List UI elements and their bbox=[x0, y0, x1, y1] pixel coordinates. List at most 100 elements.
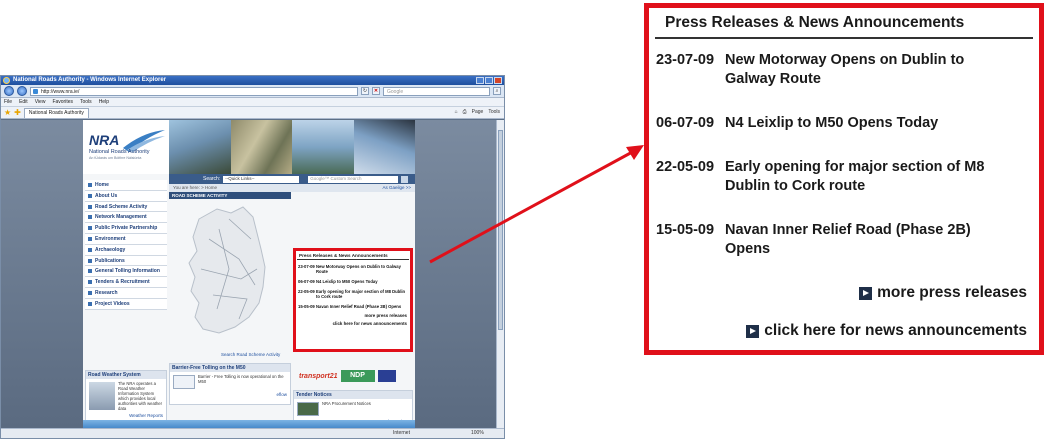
menu-favorites[interactable]: Favorites bbox=[52, 98, 73, 106]
nav-home[interactable]: Home bbox=[85, 180, 167, 191]
ndp-logo[interactable]: NDP bbox=[340, 370, 375, 382]
nra-logo[interactable]: NRA National Roads Authority An tÚdarás … bbox=[83, 120, 169, 174]
print-icon[interactable]: ⎙ bbox=[463, 109, 467, 115]
press-item[interactable]: 22-05-09 Early opening for major section … bbox=[649, 158, 1039, 196]
refresh-icon[interactable]: ↻ bbox=[361, 87, 369, 95]
add-favorite-icon[interactable]: ✚ bbox=[14, 108, 21, 117]
tender-notices-header: Tender Notices bbox=[294, 391, 412, 399]
url-field[interactable]: http://www.nra.ie/ bbox=[30, 86, 358, 96]
press-date: 22-05-09 bbox=[298, 289, 315, 294]
press-item[interactable]: 15-05-09 Navan Inner Relief Road (Phase 2… bbox=[296, 303, 410, 310]
press-headline: Navan Inner Relief Road (Phase 2B) Opens bbox=[316, 304, 402, 309]
menu-view[interactable]: View bbox=[35, 98, 46, 106]
window-title: National Roads Authority - Windows Inter… bbox=[13, 77, 167, 83]
barrier-free-body: Barrier - Free Tolling is now operationa… bbox=[170, 372, 290, 392]
photo-motorway bbox=[169, 120, 231, 174]
press-list: 23-07-09 New Motorway Opens on Dublin to … bbox=[649, 51, 1039, 259]
nav-project-videos[interactable]: Project Videos bbox=[85, 298, 167, 310]
menu-edit[interactable]: Edit bbox=[19, 98, 28, 106]
weather-reports-link[interactable]: Weather Reports bbox=[86, 413, 166, 418]
press-headline: N4 Leixlip to M50 Opens Today bbox=[725, 115, 939, 131]
back-button[interactable] bbox=[4, 86, 14, 96]
page-viewport: NRA National Roads Authority An tÚdarás … bbox=[1, 120, 504, 430]
more-press-releases-link[interactable]: more press releases bbox=[649, 284, 1039, 302]
menu-help[interactable]: Help bbox=[99, 98, 109, 106]
barrier-free-header: Barrier-Free Tolling on the M50 bbox=[170, 364, 290, 372]
gaeilge-link[interactable]: As Gaeilge >> bbox=[382, 184, 411, 192]
news-announcements-label: click here for news announcements bbox=[764, 322, 1027, 339]
browser-window: National Roads Authority - Windows Inter… bbox=[0, 75, 505, 439]
press-headline: Early opening for major section of M8 Du… bbox=[316, 289, 406, 299]
eu-flag-icon[interactable] bbox=[377, 370, 396, 382]
search-road-scheme-link[interactable]: Search Road Scheme Activity bbox=[221, 352, 280, 357]
nav-network-management[interactable]: Network Management bbox=[85, 212, 167, 224]
search-label: Search: bbox=[203, 176, 221, 182]
tender-notices-text: NRA Procurement Notices bbox=[322, 401, 371, 406]
breadcrumb-text: You are here: > Home bbox=[173, 185, 217, 190]
nav-general-tolling[interactable]: General Tolling Information bbox=[85, 266, 167, 278]
press-item[interactable]: 23-07-09 New Motorway Opens on Dublin to … bbox=[296, 263, 410, 275]
scrollbar-thumb[interactable] bbox=[498, 130, 503, 330]
road-weather-text: The NRA operates a Road Weather Informat… bbox=[118, 381, 162, 411]
tools-menu[interactable]: Tools bbox=[488, 109, 500, 115]
status-bar: Internet 100% bbox=[1, 428, 504, 438]
quick-links-select[interactable]: --Quick Links-- bbox=[223, 175, 300, 183]
nav-about-us[interactable]: About Us bbox=[85, 190, 167, 202]
press-date: 15-05-09 bbox=[298, 304, 315, 309]
ireland-map[interactable] bbox=[169, 199, 291, 357]
more-press-link-small[interactable]: more press releases bbox=[296, 313, 410, 318]
press-item[interactable]: 22-05-09 Early opening for major section … bbox=[296, 288, 410, 300]
press-releases-box: Press Releases & News Announcements 23-0… bbox=[293, 248, 413, 352]
menu-bar: File Edit View Favorites Tools Help bbox=[1, 98, 504, 107]
status-zoom[interactable]: 100% bbox=[471, 429, 484, 438]
press-date: 22-05-09 bbox=[656, 159, 715, 175]
press-headline: New Motorway Opens on Dublin to Galway R… bbox=[725, 52, 965, 87]
close-button[interactable] bbox=[494, 77, 502, 84]
nav-research[interactable]: Research bbox=[85, 287, 167, 299]
press-item[interactable]: 15-05-09 Navan Inner Relief Road (Phase 2… bbox=[649, 221, 1039, 259]
road-weather-header: Road Weather System bbox=[86, 371, 166, 379]
press-item[interactable]: 23-07-09 New Motorway Opens on Dublin to … bbox=[649, 51, 1039, 89]
menu-tools[interactable]: Tools bbox=[80, 98, 92, 106]
nav-archaeology[interactable]: Archaeology bbox=[85, 244, 167, 256]
nav-public-private-partnership[interactable]: Public Private Partnership bbox=[85, 223, 167, 234]
news-link-small[interactable]: click here for news announcements bbox=[296, 321, 410, 326]
news-announcements-link[interactable]: click here for news announcements bbox=[649, 322, 1039, 340]
favorites-bar: ★ ✚ National Roads Authority ⌂ ⎙ Page To… bbox=[1, 107, 504, 119]
nav-publications[interactable]: Publications bbox=[85, 255, 167, 267]
weather-station-image bbox=[89, 382, 115, 410]
menu-file[interactable]: File bbox=[4, 98, 12, 106]
maximize-button[interactable] bbox=[485, 77, 493, 84]
press-item[interactable]: 06-07-09 N4 Leixlip to M50 Opens Today bbox=[649, 114, 1039, 133]
browser-search-input[interactable]: Google bbox=[383, 86, 490, 96]
vertical-scrollbar[interactable] bbox=[496, 120, 504, 430]
left-nav: Home About Us Road Scheme Activity Netwo… bbox=[85, 180, 167, 310]
eflow-link[interactable]: eflow bbox=[170, 392, 290, 397]
home-icon[interactable]: ⌂ bbox=[455, 109, 458, 115]
logo-tagline: An tÚdarás um Bóithre Náisiúnta bbox=[89, 156, 142, 160]
window-controls bbox=[476, 77, 502, 84]
press-headline: New Motorway Opens on Dublin to Galway R… bbox=[316, 264, 401, 274]
press-releases-zoom: Press Releases & News Announcements 23-0… bbox=[644, 3, 1044, 355]
google-search-input[interactable]: Google™ Custom Search bbox=[308, 175, 399, 183]
stop-icon[interactable]: ✕ bbox=[372, 87, 380, 95]
nav-tenders-recruitment[interactable]: Tenders & Recruitment bbox=[85, 277, 167, 288]
press-item[interactable]: 06-07-09 N4 Leixlip to M50 Opens Today bbox=[296, 278, 410, 285]
nav-road-scheme-activity[interactable]: Road Scheme Activity bbox=[85, 201, 167, 213]
transport21-logo[interactable]: transport21 bbox=[299, 373, 338, 380]
minimize-button[interactable] bbox=[476, 77, 484, 84]
favorites-star-icon[interactable]: ★ bbox=[4, 108, 11, 117]
tab-national-roads-authority[interactable]: National Roads Authority bbox=[23, 107, 89, 118]
nav-environment[interactable]: Environment bbox=[85, 233, 167, 245]
more-press-label: more press releases bbox=[877, 284, 1027, 301]
press-title-small: Press Releases & News Announcements bbox=[297, 251, 409, 260]
ie-icon bbox=[3, 77, 10, 84]
page-menu[interactable]: Page bbox=[472, 109, 484, 115]
site-search-bar: Search: --Quick Links-- Google™ Custom S… bbox=[169, 174, 415, 184]
forward-button[interactable] bbox=[17, 86, 27, 96]
press-date: 23-07-09 bbox=[656, 52, 715, 68]
search-icon[interactable]: ⌕ bbox=[493, 87, 501, 95]
search-go-button[interactable] bbox=[401, 175, 409, 183]
address-bar: http://www.nra.ie/ ↻ ✕ Google ⌕ bbox=[1, 85, 504, 98]
road-weather-box: Road Weather System The NRA operates a R… bbox=[85, 370, 167, 422]
